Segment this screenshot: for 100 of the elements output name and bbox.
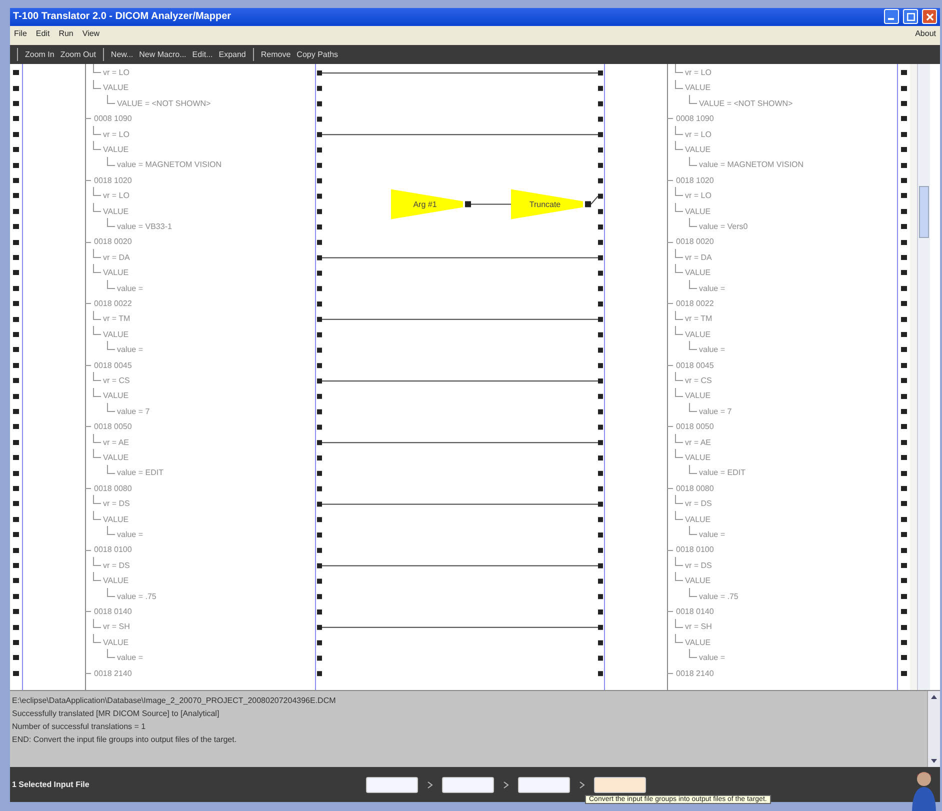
attribute-node[interactable]: VALUE: [685, 634, 711, 650]
tag-node[interactable]: 0018 0020: [94, 234, 132, 250]
action-button[interactable]: [594, 776, 646, 793]
action-button[interactable]: [442, 776, 494, 793]
action-button[interactable]: [366, 776, 418, 793]
tag-node[interactable]: 0018 0050: [94, 419, 132, 435]
value-node[interactable]: vr = DA: [103, 250, 130, 266]
attribute-node[interactable]: VALUE: [103, 326, 129, 342]
value-node[interactable]: value =: [117, 342, 144, 358]
mapping-line[interactable]: [322, 72, 598, 74]
value-node[interactable]: value = 7: [117, 404, 150, 420]
scroll-thumb[interactable]: [919, 186, 929, 238]
menu-item[interactable]: View: [82, 29, 100, 38]
attribute-node[interactable]: VALUE: [103, 265, 129, 281]
attribute-node[interactable]: VALUE: [103, 80, 129, 96]
tag-node[interactable]: 0018 0022: [676, 296, 714, 312]
value-node[interactable]: value = EDIT: [117, 465, 164, 481]
toolbar-button[interactable]: Zoom Out: [58, 48, 98, 60]
value-node[interactable]: value = VB33-1: [117, 218, 172, 234]
toolbar-button[interactable]: New...: [108, 48, 136, 60]
value-node[interactable]: value = MAGNETOM VISION: [117, 157, 222, 173]
tag-node[interactable]: 0018 0045: [676, 358, 714, 373]
value-node[interactable]: vr = CS: [103, 372, 130, 388]
menu-item[interactable]: Run: [58, 29, 74, 38]
value-node[interactable]: VALUE = <NOT SHOWN>: [699, 96, 793, 112]
value-node[interactable]: value = EDIT: [699, 465, 746, 481]
attribute-node[interactable]: VALUE: [103, 573, 129, 589]
action-button[interactable]: [518, 776, 570, 793]
tag-node[interactable]: 0018 0140: [94, 604, 132, 620]
attribute-node[interactable]: VALUE: [103, 142, 129, 158]
value-node[interactable]: value = .75: [117, 588, 156, 604]
mapping-line[interactable]: [322, 134, 598, 135]
mapping-line[interactable]: [322, 626, 598, 628]
tag-node[interactable]: 0018 0080: [94, 480, 132, 496]
attribute-node[interactable]: VALUE: [685, 512, 711, 527]
value-node[interactable]: vr = DS: [103, 496, 130, 512]
tag-node[interactable]: 0018 0050: [676, 419, 714, 435]
value-node[interactable]: value =: [699, 280, 726, 296]
value-node[interactable]: value =: [117, 650, 144, 666]
value-node[interactable]: vr = LO: [685, 126, 712, 142]
attribute-node[interactable]: VALUE: [103, 512, 129, 527]
value-node[interactable]: vr = AE: [103, 434, 130, 450]
value-node[interactable]: value =: [117, 526, 144, 542]
mapping-line[interactable]: [322, 380, 598, 382]
value-node[interactable]: vr = LO: [103, 188, 130, 204]
toolbar-button[interactable]: Remove: [258, 48, 293, 60]
attribute-node[interactable]: VALUE: [685, 450, 711, 466]
value-node[interactable]: vr = LO: [685, 188, 712, 204]
value-node[interactable]: vr = DS: [685, 558, 712, 574]
attribute-node[interactable]: VALUE: [103, 204, 129, 219]
mapping-line[interactable]: [470, 203, 512, 204]
attribute-node[interactable]: VALUE: [103, 388, 129, 404]
mapping-line[interactable]: [590, 195, 598, 204]
value-node[interactable]: vr = LO: [103, 64, 130, 80]
tag-node[interactable]: 0018 0100: [94, 542, 132, 558]
attribute-node[interactable]: VALUE: [103, 634, 129, 650]
value-node[interactable]: vr = DA: [685, 250, 712, 266]
tag-node[interactable]: 0018 1020: [94, 172, 132, 188]
tag-node[interactable]: 0018 0140: [676, 604, 714, 620]
minimize-button[interactable]: [884, 9, 899, 24]
tag-node[interactable]: 0018 0020: [676, 234, 714, 250]
value-node[interactable]: vr = TM: [685, 311, 712, 327]
menu-item[interactable]: Edit: [36, 29, 50, 38]
value-node[interactable]: value =: [699, 526, 726, 542]
tag-node[interactable]: 0018 2140: [676, 666, 714, 681]
attribute-node[interactable]: VALUE: [685, 142, 711, 158]
value-node[interactable]: vr = CS: [685, 372, 712, 388]
toolbar-button[interactable]: New Macro...: [137, 48, 188, 60]
close-button[interactable]: [922, 9, 937, 24]
value-node[interactable]: vr = SH: [685, 619, 712, 635]
tag-node[interactable]: 0018 1020: [676, 172, 714, 188]
attribute-node[interactable]: VALUE: [685, 265, 711, 281]
value-node[interactable]: VALUE = <NOT SHOWN>: [117, 96, 211, 112]
menu-item[interactable]: About: [915, 29, 936, 38]
menu-item[interactable]: File: [14, 29, 27, 38]
value-node[interactable]: value = MAGNETOM VISION: [699, 157, 804, 173]
value-node[interactable]: value =: [699, 650, 726, 666]
tag-node[interactable]: 0008 1090: [676, 111, 714, 127]
attribute-node[interactable]: VALUE: [685, 388, 711, 404]
value-node[interactable]: vr = SH: [103, 619, 130, 635]
value-node[interactable]: vr = LO: [685, 64, 712, 80]
value-node[interactable]: vr = DS: [685, 496, 712, 512]
mapping-line[interactable]: [322, 564, 598, 566]
value-node[interactable]: value = Vers0: [699, 218, 748, 234]
tag-node[interactable]: 0018 2140: [94, 666, 132, 681]
attribute-node[interactable]: VALUE: [685, 204, 711, 219]
maximize-button[interactable]: [903, 9, 918, 24]
tag-node[interactable]: 0008 1090: [94, 111, 132, 127]
value-node[interactable]: value = 7: [699, 404, 732, 420]
mapping-line[interactable]: [322, 442, 598, 443]
attribute-node[interactable]: VALUE: [685, 573, 711, 589]
value-node[interactable]: vr = DS: [103, 558, 130, 574]
toolbar-button[interactable]: Expand: [216, 48, 248, 60]
value-node[interactable]: vr = AE: [685, 434, 712, 450]
toolbar-button[interactable]: Copy Paths: [294, 48, 340, 60]
scrollbar[interactable]: [927, 690, 940, 768]
value-node[interactable]: vr = LO: [103, 126, 130, 142]
mapping-line[interactable]: [322, 318, 598, 320]
tag-node[interactable]: 0018 0100: [676, 542, 714, 558]
attribute-node[interactable]: VALUE: [103, 450, 129, 466]
